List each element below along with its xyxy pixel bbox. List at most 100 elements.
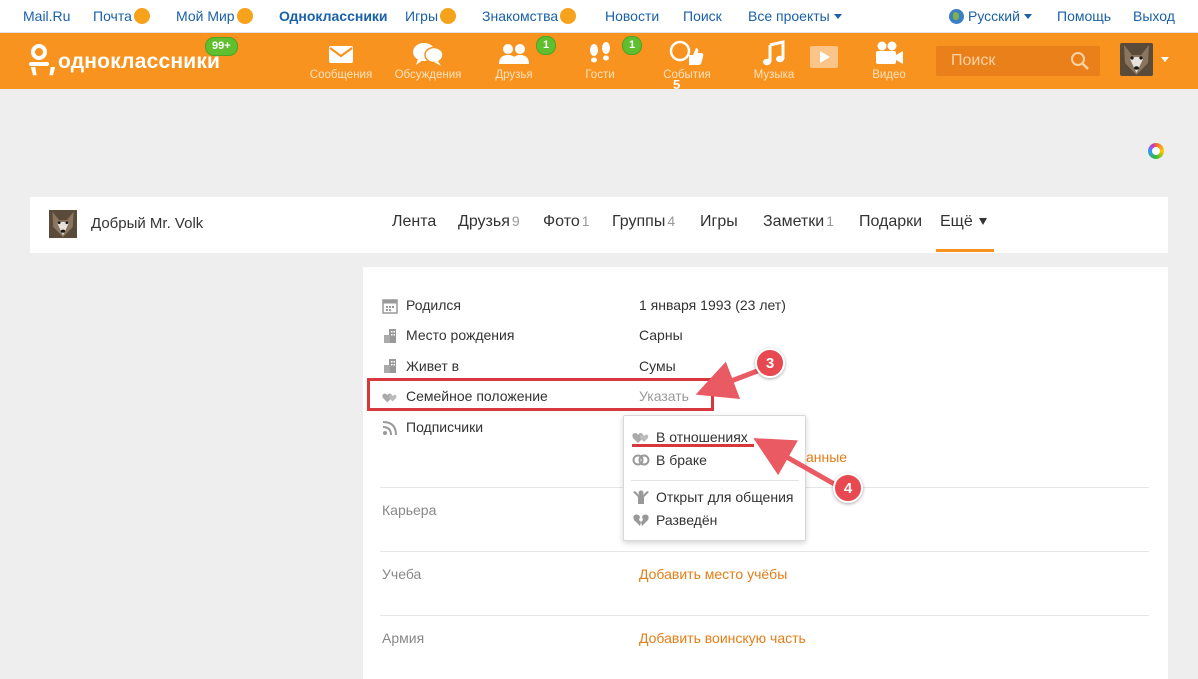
- header-search: [936, 46, 1100, 76]
- nav-video[interactable]: Видео: [849, 40, 929, 81]
- logout-link[interactable]: Выход: [1133, 8, 1175, 24]
- birthplace-label: Место рождения: [406, 327, 515, 343]
- chevron-down-icon: [833, 14, 842, 19]
- nav-discussions-label: Обсуждения: [394, 69, 462, 81]
- user-avatar[interactable]: [1120, 43, 1153, 76]
- subscribers-label: Подписчики: [406, 419, 484, 435]
- mail-link[interactable]: Почта: [93, 8, 150, 24]
- option-in-relationship-label: В отношениях: [656, 429, 748, 445]
- lives-in-label: Живет в: [406, 358, 460, 374]
- mail-link-label: Почта: [93, 8, 132, 24]
- option-divorced-label: Разведён: [656, 512, 718, 528]
- option-open-label: Открыт для общения: [656, 489, 794, 505]
- nav-friends-label: Друзья: [495, 69, 533, 81]
- tab-gifts-label: Подарки: [859, 213, 923, 230]
- search-icon[interactable]: [1070, 51, 1090, 71]
- color-ring-icon[interactable]: [1148, 143, 1164, 159]
- tab-games[interactable]: Игры: [700, 213, 738, 231]
- mailru-link[interactable]: Mail.Ru: [23, 8, 70, 24]
- step-3-badge: 3: [755, 348, 785, 378]
- option-open[interactable]: Открыт для общения: [632, 489, 793, 505]
- nav-events-label: События: [663, 69, 711, 81]
- top-bar: Mail.Ru Почта Мой Мир Одноклассники Игры…: [0, 0, 1198, 33]
- tab-feed-label: Лента: [392, 213, 437, 230]
- games-link-label: Игры: [405, 8, 439, 24]
- dating-notification-dot-icon: [560, 8, 577, 24]
- mail-notification-dot-icon: [133, 8, 150, 24]
- tab-gifts[interactable]: Подарки: [859, 213, 922, 231]
- nav-messages-label: Сообщения: [309, 69, 373, 81]
- search-link[interactable]: Поиск: [683, 8, 722, 24]
- option-in-relationship[interactable]: В отношениях: [632, 429, 748, 445]
- option-divorced[interactable]: Разведён: [632, 512, 717, 528]
- tab-feed[interactable]: Лента: [392, 213, 436, 231]
- tab-groups-count: 4: [667, 213, 676, 229]
- divider: [380, 615, 1149, 616]
- guests-badge: 1: [622, 36, 643, 55]
- tab-friends-label: Друзья: [458, 213, 510, 230]
- marital-status-highlight: [367, 378, 714, 411]
- edit-data-link[interactable]: анные: [806, 449, 847, 465]
- tab-friends-count: 9: [511, 213, 520, 229]
- caret-down-icon: [978, 218, 987, 225]
- tab-notes-count: 1: [826, 213, 834, 229]
- tab-photos-label: Фото: [543, 213, 580, 230]
- news-link[interactable]: Новости: [605, 8, 659, 24]
- logo-text: одноклассники: [58, 50, 221, 73]
- chat-bubbles-icon: [413, 43, 444, 66]
- add-education-link[interactable]: Добавить место учёбы: [639, 566, 787, 582]
- all-projects-label: Все проекты: [748, 8, 830, 24]
- option-highlight-underline: [632, 444, 754, 447]
- games-link[interactable]: Игры: [405, 8, 457, 24]
- marital-status-dropdown: В отношениях В браке Открыт для общения …: [623, 415, 806, 541]
- dating-link-label: Знакомства: [482, 8, 559, 24]
- dropdown-separator: [631, 480, 799, 481]
- hearts-icon: [632, 433, 649, 443]
- tab-photos[interactable]: Фото 1: [543, 213, 590, 231]
- career-label: Карьера: [382, 502, 437, 518]
- option-married[interactable]: В браке: [632, 452, 707, 468]
- add-military-unit-link[interactable]: Добавить воинскую часть: [639, 630, 806, 646]
- events-icon: [669, 40, 704, 65]
- lives-in-value: Сумы: [639, 358, 676, 374]
- tab-notes-label: Заметки: [763, 213, 825, 230]
- nav-events[interactable]: События: [647, 40, 727, 81]
- search-input[interactable]: [936, 46, 1066, 76]
- tab-photos-count: 1: [581, 213, 590, 229]
- odnoklassniki-link[interactable]: Одноклассники: [279, 8, 388, 24]
- profile-bar: Добрый Mr. Volk Лента Друзья 9 Фото 1 Груп…: [30, 197, 1168, 253]
- ok-logo-icon: [28, 44, 50, 78]
- open-arms-icon: [633, 490, 649, 504]
- rss-icon: [382, 421, 397, 436]
- profile-name[interactable]: Добрый Mr. Volk: [91, 215, 203, 232]
- play-icon: [810, 46, 838, 68]
- games-notification-dot-icon: [440, 8, 457, 24]
- nav-discussions[interactable]: Обсуждения: [388, 40, 468, 81]
- divider: [380, 551, 1149, 552]
- profile-avatar[interactable]: [49, 210, 77, 238]
- step-4-badge: 4: [833, 473, 863, 503]
- wolf-avatar-icon: [1120, 43, 1153, 76]
- notifications-badge[interactable]: 99+: [205, 37, 238, 56]
- friends-badge: 1: [536, 36, 557, 55]
- all-projects-menu[interactable]: Все проекты: [748, 8, 842, 24]
- envelope-icon: [329, 46, 353, 63]
- main-header: одноклассники 99+ Сообщения Обсуждения Д…: [0, 33, 1198, 92]
- myworld-link[interactable]: Мой Мир: [176, 8, 253, 24]
- tab-groups[interactable]: Группы 4: [612, 213, 675, 231]
- tab-more[interactable]: Ещё: [940, 213, 987, 231]
- user-menu-chevron-icon[interactable]: [1161, 57, 1169, 62]
- tab-notes[interactable]: Заметки 1: [763, 213, 834, 231]
- active-tab-indicator: [936, 249, 994, 252]
- building-icon: [384, 329, 396, 343]
- tab-friends[interactable]: Друзья 9: [458, 213, 520, 231]
- nav-messages[interactable]: Сообщения: [301, 40, 381, 81]
- tab-games-label: Игры: [700, 213, 738, 230]
- dating-link[interactable]: Знакомства: [482, 8, 577, 24]
- rings-icon: [632, 454, 650, 466]
- language-selector[interactable]: Русский: [949, 8, 1032, 24]
- born-value: 1 января 1993 (23 лет): [639, 297, 786, 313]
- nav-video-label: Видео: [872, 69, 906, 81]
- help-link[interactable]: Помощь: [1057, 8, 1111, 24]
- myworld-notification-dot-icon: [236, 8, 253, 24]
